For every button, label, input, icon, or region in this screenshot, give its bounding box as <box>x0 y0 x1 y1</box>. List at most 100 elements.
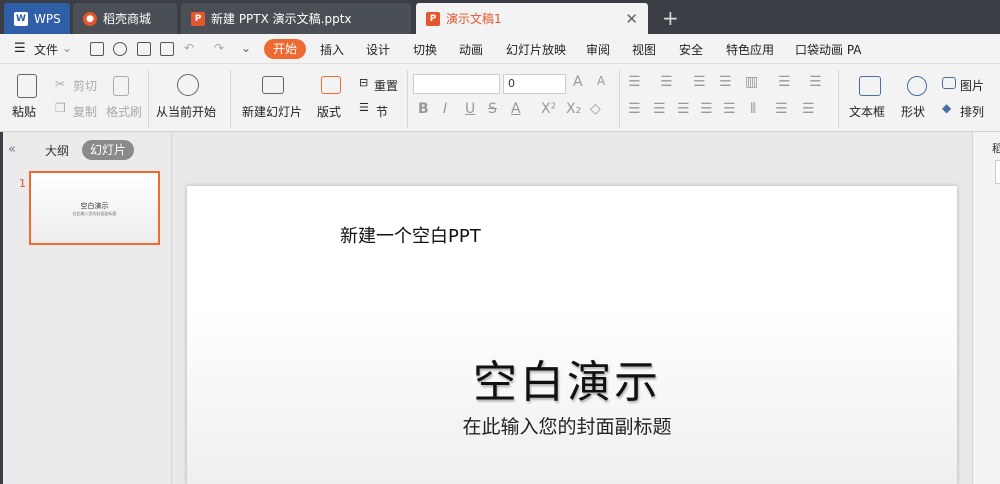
distribute-icon[interactable]: ☰ <box>723 101 736 117</box>
copy-icon: ❐ <box>55 101 66 115</box>
justify-icon[interactable]: ☰ <box>700 101 713 117</box>
underline-icon[interactable]: U <box>465 101 475 117</box>
font-family-select[interactable] <box>413 74 500 94</box>
thumbnail-title: 空白演示 <box>80 202 109 210</box>
layout-button[interactable]: 版式 <box>317 103 341 120</box>
divider <box>838 70 839 128</box>
section-icon: ☰ <box>359 101 369 114</box>
align-right-icon[interactable]: ☰ <box>677 101 690 117</box>
right-panel-box <box>995 160 1000 184</box>
align-text-icon[interactable]: ☰ <box>809 74 822 90</box>
menu-animation[interactable]: 动画 <box>459 41 483 58</box>
slide-title[interactable]: 空白演示 <box>187 346 947 410</box>
collapse-panel-icon[interactable]: « <box>8 142 16 157</box>
paste-button[interactable]: 粘贴 <box>12 103 36 120</box>
divider <box>230 70 231 128</box>
close-icon[interactable]: ✕ <box>625 10 638 28</box>
tab-daoke-mall[interactable]: ● 稻壳商城 <box>73 3 177 34</box>
menu-transition[interactable]: 切换 <box>413 41 437 58</box>
print-preview-icon[interactable] <box>160 42 174 56</box>
menu-insert[interactable]: 插入 <box>320 41 344 58</box>
tab-slides[interactable]: 幻灯片 <box>82 140 134 160</box>
wps-logo-icon: W <box>14 11 28 26</box>
tab-active-presentation[interactable]: P 演示文稿1 ✕ <box>416 3 648 34</box>
slide-annotation-text[interactable]: 新建一个空白PPT <box>340 222 481 248</box>
tab-pptx-label: 新建 PPTX 演示文稿.pptx <box>211 12 352 26</box>
superscript-icon[interactable]: X² <box>541 101 556 117</box>
menu-features[interactable]: 特色应用 <box>726 41 774 58</box>
align-center-icon[interactable]: ☰ <box>653 101 666 117</box>
format-painter-button[interactable]: 格式刷 <box>106 103 142 120</box>
undo-icon[interactable]: ↶ <box>184 41 194 55</box>
columns-icon[interactable]: ⦀ <box>750 101 756 117</box>
bold-icon[interactable]: B <box>418 101 429 117</box>
strikethrough-icon[interactable]: S <box>488 101 497 117</box>
tab-wps[interactable]: W WPS <box>4 3 70 34</box>
arrange-button[interactable]: 排列 <box>960 103 984 120</box>
bullet-list-icon[interactable]: ☰ <box>628 74 641 90</box>
picture-button[interactable]: 图片 <box>960 77 984 94</box>
right-side-panel <box>972 132 1000 484</box>
export-icon[interactable] <box>113 42 127 56</box>
decrease-indent-icon[interactable]: ☰ <box>693 74 706 90</box>
slide-thumbnail[interactable]: 空白演示 在此输入您的封面副标题 <box>29 171 160 245</box>
numbered-list-icon[interactable]: ☰ <box>660 74 673 90</box>
increase-font-icon[interactable]: A <box>573 74 583 90</box>
divider <box>619 70 620 128</box>
customize-icon[interactable]: ⌄ <box>241 41 251 55</box>
save-icon[interactable] <box>90 42 104 56</box>
menu-file[interactable]: 文件 <box>34 41 58 58</box>
new-slide-icon <box>262 76 284 94</box>
add-tab-icon[interactable]: + <box>662 6 679 30</box>
copy-button[interactable]: 复制 <box>73 103 97 120</box>
tab-wps-label: WPS <box>34 11 61 26</box>
format-painter-icon <box>113 76 129 96</box>
textbox-icon <box>859 76 881 96</box>
menu-pocket-animation[interactable]: 口袋动画 PA <box>795 41 862 58</box>
cut-button[interactable]: 剪切 <box>73 77 97 94</box>
hamburger-icon[interactable]: ☰ <box>14 41 26 56</box>
font-color-icon[interactable]: A <box>511 101 521 117</box>
textbox-button[interactable]: 文本框 <box>849 103 885 120</box>
slide[interactable] <box>187 186 957 484</box>
shape-button[interactable]: 形状 <box>901 103 925 120</box>
italic-icon[interactable]: I <box>443 101 447 117</box>
menu-review[interactable]: 审阅 <box>586 41 610 58</box>
chevron-down-icon[interactable]: ⌄ <box>62 41 72 55</box>
line-spacing-icon[interactable]: ☰ <box>778 74 791 90</box>
layout-icon <box>321 76 341 94</box>
menu-home[interactable]: 开始 <box>264 39 306 59</box>
menu-view[interactable]: 视图 <box>632 41 656 58</box>
decrease-font-icon[interactable]: A <box>597 74 605 88</box>
left-edge <box>0 132 3 484</box>
increase-indent-icon[interactable]: ☰ <box>719 74 732 90</box>
print-icon[interactable] <box>137 42 151 56</box>
reset-icon: ⊟ <box>359 76 369 89</box>
font-size-select[interactable]: 0 <box>503 74 566 94</box>
border-icon[interactable]: ☰ <box>802 101 815 117</box>
text-direction-icon[interactable]: ▥ <box>745 74 758 90</box>
shape-icon <box>907 76 927 96</box>
divider <box>407 70 408 128</box>
play-icon <box>177 74 199 96</box>
from-current-slide-button[interactable]: 从当前开始 <box>156 103 216 120</box>
subscript-icon[interactable]: X₂ <box>566 101 581 117</box>
slide-subtitle[interactable]: 在此输入您的封面副标题 <box>187 412 947 439</box>
reset-button[interactable]: 重置 <box>374 77 398 94</box>
new-slide-button[interactable]: 新建幻灯片 <box>242 103 302 120</box>
tab-outline[interactable]: 大纲 <box>45 142 69 159</box>
presentation-icon: P <box>426 11 440 26</box>
shading-icon[interactable]: ☰ <box>775 101 788 117</box>
section-button[interactable]: 节 <box>376 103 388 120</box>
right-panel-label[interactable]: 稻 <box>992 140 1000 156</box>
clear-format-icon[interactable]: ◇ <box>590 101 601 117</box>
menu-design[interactable]: 设计 <box>366 41 390 58</box>
menu-security[interactable]: 安全 <box>679 41 703 58</box>
redo-icon[interactable]: ↷ <box>214 41 224 55</box>
tab-daoke-label: 稻壳商城 <box>103 12 152 26</box>
align-left-icon[interactable]: ☰ <box>628 101 641 117</box>
menu-slideshow[interactable]: 幻灯片放映 <box>506 41 566 58</box>
tab-pptx-file[interactable]: P 新建 PPTX 演示文稿.pptx <box>181 3 411 34</box>
presentation-icon: P <box>191 11 205 26</box>
tab-bar: W WPS ● 稻壳商城 P 新建 PPTX 演示文稿.pptx P 演示文稿1… <box>0 0 1000 34</box>
